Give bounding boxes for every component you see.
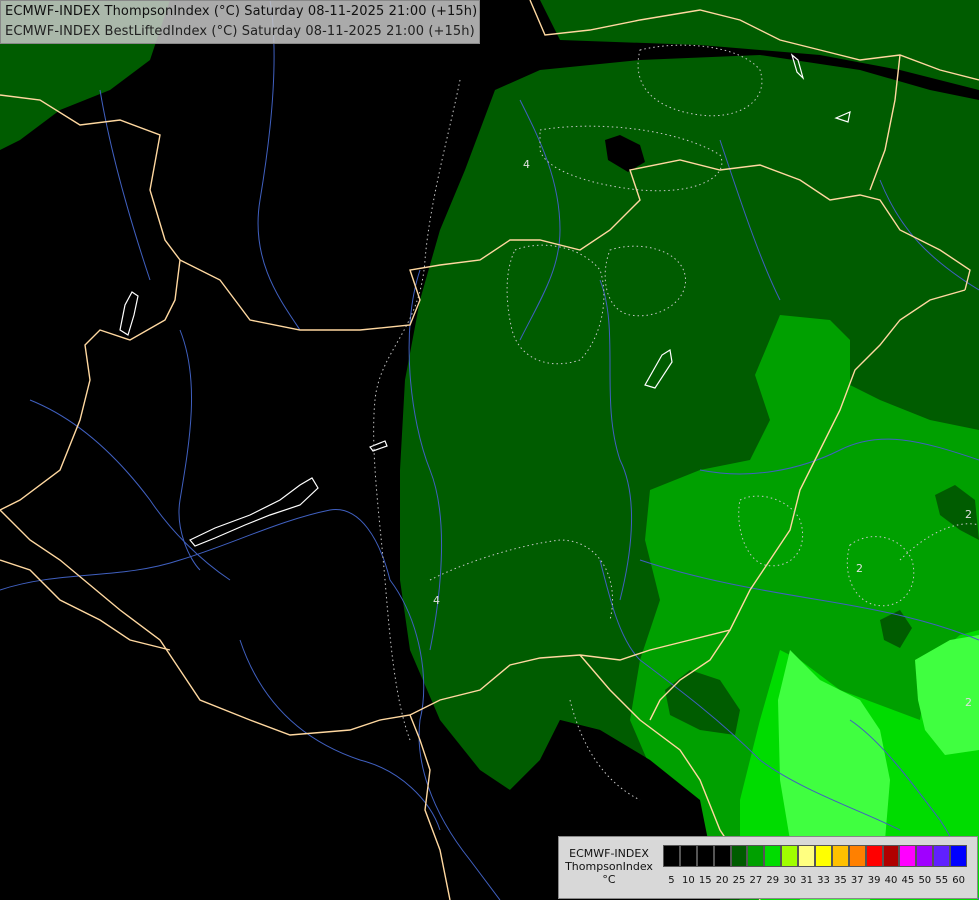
- header-title-lifted: ECMWF-INDEX BestLiftedIndex (°C) Saturda…: [5, 24, 475, 39]
- legend-swatch: [815, 845, 832, 867]
- legend-tick-label: 33: [817, 875, 830, 886]
- legend-tick-label: 60: [952, 875, 965, 886]
- legend-tick-label: 50: [918, 875, 932, 886]
- legend-swatch: [798, 845, 816, 867]
- legend-swatch: [933, 845, 951, 867]
- legend-swatch: [730, 845, 748, 867]
- legend-tick-label: 31: [800, 875, 813, 886]
- legend-swatch: [899, 845, 917, 867]
- legend-swatches: [663, 845, 968, 867]
- legend-swatch: [950, 845, 968, 867]
- legend-tick-label: 55: [935, 875, 949, 886]
- legend-tick-label: 40: [884, 875, 898, 886]
- legend-tick-label: 37: [850, 875, 864, 886]
- legend-title-unit: °C: [602, 873, 616, 886]
- legend-tick-label: 25: [732, 875, 746, 886]
- legend-tick-label: 10: [681, 875, 695, 886]
- legend-swatch: [663, 845, 680, 867]
- legend-tick-label: 20: [715, 875, 729, 886]
- legend-tick-label: 45: [901, 875, 915, 886]
- legend-tick-label: 15: [698, 875, 712, 886]
- legend-swatch: [764, 845, 782, 867]
- legend-title-model: ECMWF-INDEX: [569, 847, 649, 860]
- legend-tick-label: 30: [783, 875, 797, 886]
- contour-label: 4: [523, 158, 530, 171]
- header-title-thompson: ECMWF-INDEX ThompsonIndex (°C) Saturday …: [5, 4, 478, 19]
- legend-title: ECMWF-INDEX ThompsonIndex °C: [561, 847, 657, 886]
- header-panel: ECMWF-INDEX ThompsonIndex (°C) Saturday …: [0, 0, 480, 44]
- legend-swatch: [781, 845, 799, 867]
- legend-tick-label: 39: [867, 875, 881, 886]
- legend-swatch: [696, 845, 714, 867]
- legend-ticks: 5 10 15 20 25 27 29 30 31 33 35 37 39 40 45 50 55 60: [663, 875, 967, 889]
- contour-label: 2: [856, 562, 863, 575]
- contour-label: 2: [965, 508, 972, 521]
- weather-map: 4 4 2 2 2: [0, 0, 979, 900]
- legend-tick-label: 35: [833, 875, 847, 886]
- legend-swatch: [831, 845, 849, 867]
- legend-tick-label: 27: [749, 875, 763, 886]
- legend-tick-label: 5: [668, 875, 675, 886]
- legend-swatch: [865, 845, 883, 867]
- legend-swatch: [679, 845, 697, 867]
- contour-label: 2: [965, 696, 972, 709]
- legend-swatch: [747, 845, 765, 867]
- legend-swatch: [916, 845, 934, 867]
- legend-swatch: [882, 845, 900, 867]
- color-legend: ECMWF-INDEX ThompsonIndex °C 5 10 15 20 25 27…: [558, 836, 978, 899]
- legend-tick-label: 29: [766, 875, 780, 886]
- contour-label: 4: [433, 594, 440, 607]
- legend-swatch: [713, 845, 731, 867]
- legend-swatch: [848, 845, 866, 867]
- legend-title-index: ThompsonIndex: [565, 860, 653, 873]
